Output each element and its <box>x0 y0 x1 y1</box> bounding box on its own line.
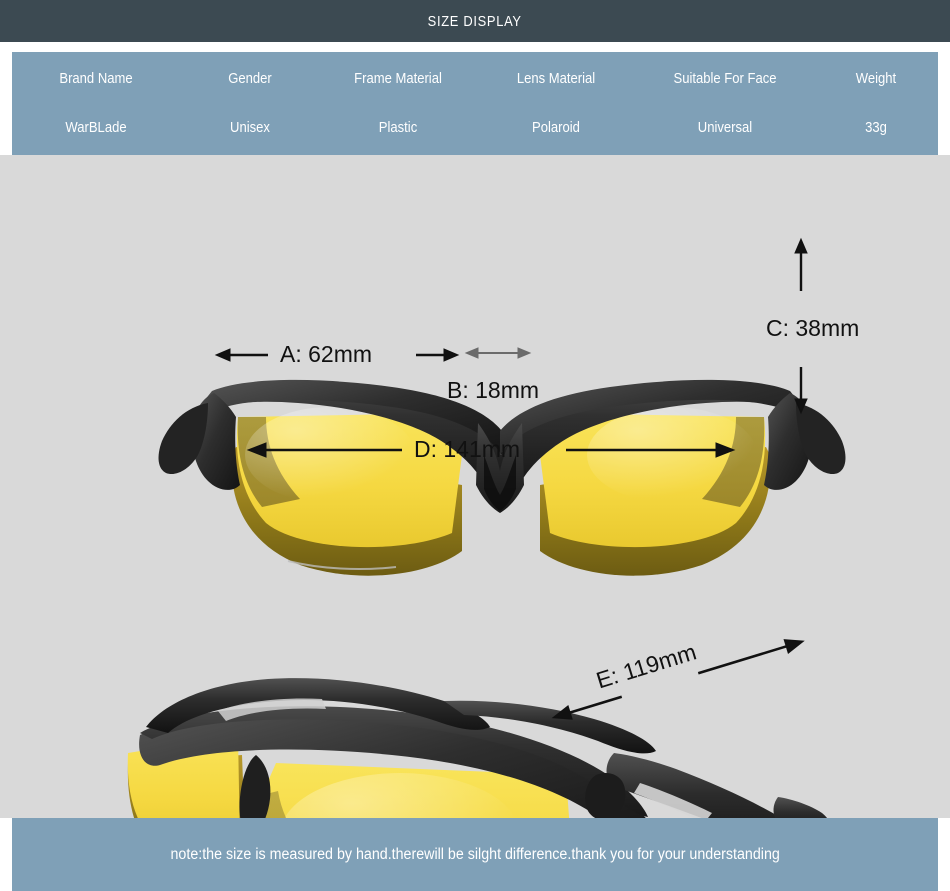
page-title: SIZE DISPLAY <box>427 12 523 30</box>
angled-near-hinge <box>585 773 626 818</box>
dimension-label-c: C: 38mm <box>766 315 860 341</box>
spec-header-suitable-for-face: Suitable For Face <box>673 70 777 87</box>
spec-header-frame-material: Frame Material <box>354 70 442 87</box>
spec-value-frame-material: Plastic <box>378 120 418 137</box>
angled-nose-piece <box>239 755 271 818</box>
front-view-sunglasses <box>158 379 846 576</box>
dimension-label-b: B: 18mm <box>447 377 540 403</box>
dimension-label-a: A: 62mm <box>280 341 373 367</box>
spec-value-lens-material: Polaroid <box>532 120 580 137</box>
arrow-a-right <box>416 348 460 362</box>
spec-value-brand-name: WarBLade <box>65 120 127 137</box>
spec-value-suitable-for-face: Universal <box>697 120 753 137</box>
product-image-stage: A: 62mm B: 18mm C: 38mm D: 141mm E: 119m… <box>0 155 950 818</box>
spec-header-brand-name: Brand Name <box>59 70 133 87</box>
spec-value-gender: Unisex <box>230 120 270 137</box>
spec-header-row: Brand Name Gender Frame Material Lens Ma… <box>12 52 938 104</box>
note-bar: note:the size is measured by hand.therew… <box>12 818 938 891</box>
front-right-lens-highlight <box>587 407 757 503</box>
note-text: note:the size is measured by hand.therew… <box>170 845 780 863</box>
angled-view-sunglasses <box>127 678 827 818</box>
arrow-b <box>464 347 532 359</box>
specification-table: Brand Name Gender Frame Material Lens Ma… <box>12 52 938 155</box>
arrow-a-left <box>214 348 268 362</box>
spec-value-weight: 33g <box>865 120 887 137</box>
spec-header-weight: Weight <box>855 70 897 87</box>
dimension-label-d: D: 141mm <box>414 436 521 462</box>
spec-value-row: WarBLade Unisex Plastic Polaroid Univers… <box>12 104 938 156</box>
page-title-bar: SIZE DISPLAY <box>0 0 950 42</box>
spec-header-gender: Gender <box>228 70 272 87</box>
spec-header-lens-material: Lens Material <box>516 70 596 87</box>
size-display-page: SIZE DISPLAY Brand Name Gender Frame Mat… <box>0 0 950 891</box>
product-illustration <box>127 237 846 818</box>
front-left-lens-highlight <box>245 407 415 503</box>
angled-near-temple-tip <box>773 797 827 818</box>
arrow-c-up <box>794 237 808 291</box>
